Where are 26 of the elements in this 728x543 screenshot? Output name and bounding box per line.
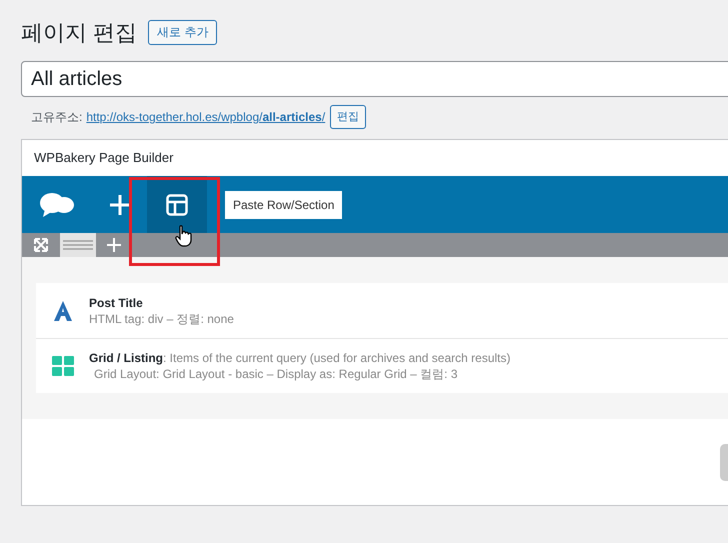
plus-icon	[108, 194, 130, 216]
cloud-logo-icon	[39, 190, 75, 218]
layout-icon	[166, 194, 188, 216]
panel-title: WPBakery Page Builder	[34, 149, 174, 168]
paste-section-button[interactable]	[147, 176, 207, 233]
hand-cursor-icon	[175, 225, 193, 247]
lines-icon	[63, 240, 93, 250]
add-new-button[interactable]: 새로 추가	[148, 20, 218, 44]
permalink-link[interactable]: http://oks-together.hol.es/wpblog/all-articles/	[86, 108, 326, 126]
drag-handle-button[interactable]	[60, 233, 96, 257]
page-heading: 페이지 편집	[21, 18, 138, 46]
title-input[interactable]: All articles	[31, 64, 728, 94]
expand-icon	[34, 238, 48, 252]
permalink-label: 고유주소:	[31, 109, 82, 126]
element-title: Post Title	[89, 294, 144, 310]
element-detail: Grid Layout: Grid Layout - basic – Display as: Regular Grid – 컬럼: 3	[93, 366, 458, 382]
element-row[interactable]: Post Title HTML tag: div – 정렬: none	[36, 283, 728, 338]
element-detail: HTML tag: div – 정렬: none	[89, 310, 234, 326]
element-row[interactable]: Grid / Listing: Items of the current query (used for archives and search results) Grid Layout: Grid Layout - basic – Display as: Regular Grid – 컬럼: 3	[36, 338, 728, 393]
tooltip: Paste Row/Section	[225, 190, 342, 218]
plus-icon	[107, 238, 121, 252]
letter-a-icon	[52, 300, 72, 322]
grid-icon	[52, 356, 74, 376]
element-title: Grid / Listing: Items of the current query (used for archives and search results)	[89, 350, 510, 366]
title-field[interactable]: All articles	[21, 61, 728, 97]
edit-permalink-button[interactable]: 편집	[330, 105, 366, 129]
